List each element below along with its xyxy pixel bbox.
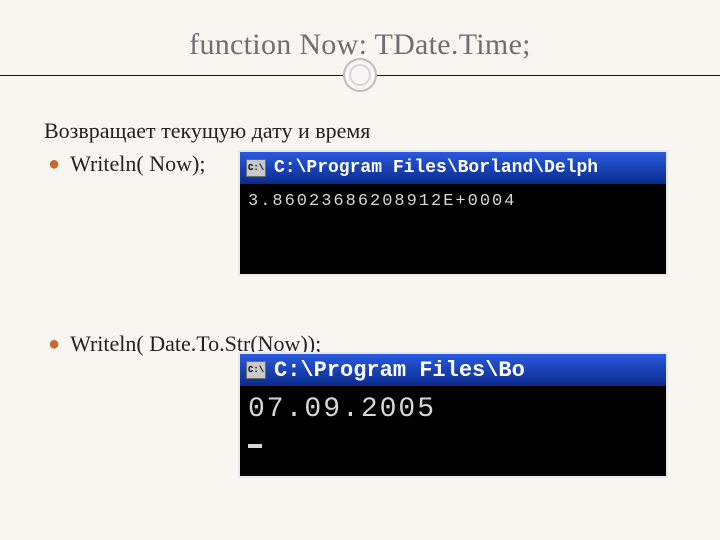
- decorative-circle-inner: [349, 64, 371, 86]
- cursor-icon: [248, 444, 262, 448]
- console-output-line: 3.86023686208912E+0004: [248, 192, 658, 211]
- bullet-icon: ●: [48, 150, 60, 178]
- title-area: function Now: TDate.Time;: [44, 28, 676, 90]
- bullet-text: Writeln( Now);: [70, 150, 205, 178]
- console-output-line: 07.09.2005: [248, 394, 658, 426]
- slide: function Now: TDate.Time; Возвращает тек…: [0, 0, 720, 540]
- console-window-2: C:\Program Files\Bo 07.09.2005: [238, 352, 668, 478]
- cmd-icon: [246, 159, 266, 177]
- console-titlebar: C:\Program Files\Borland\Delph: [240, 152, 666, 184]
- console-output-area: 07.09.2005: [240, 386, 666, 476]
- console-title-path: C:\Program Files\Bo: [274, 358, 525, 383]
- console-title-path: C:\Program Files\Borland\Delph: [274, 158, 598, 178]
- cmd-icon: [246, 361, 266, 379]
- description-text: Возвращает текущую дату и время: [44, 118, 676, 144]
- console-output-area: 3.86023686208912E+0004: [240, 184, 666, 274]
- console-titlebar: C:\Program Files\Bo: [240, 354, 666, 386]
- slide-title: function Now: TDate.Time;: [44, 28, 676, 62]
- bullet-icon: ●: [48, 330, 60, 358]
- console-window-1: C:\Program Files\Borland\Delph 3.8602368…: [238, 150, 668, 276]
- decorative-circle: [343, 58, 377, 92]
